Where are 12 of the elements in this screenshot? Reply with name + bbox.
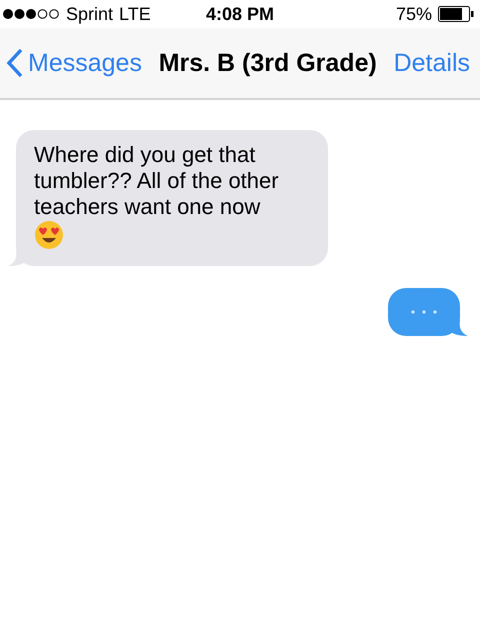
signal-icon — [2, 8, 60, 20]
battery-percent: 75% — [396, 4, 432, 24]
clock: 4:08 PM — [206, 4, 274, 24]
conversation-title: Mrs. B (3rd Grade) — [158, 48, 378, 78]
details-button[interactable]: Details — [394, 48, 470, 78]
back-button[interactable]: Messages — [6, 48, 142, 78]
network-type: LTE — [119, 4, 151, 24]
battery-icon — [438, 6, 474, 22]
carrier-name: Sprint — [66, 4, 114, 24]
message-text: Where did you get that tumbler?? All of the other teachers want one now — [34, 142, 279, 219]
ellipsis-icon — [409, 309, 439, 315]
chevron-left-icon — [6, 48, 24, 78]
